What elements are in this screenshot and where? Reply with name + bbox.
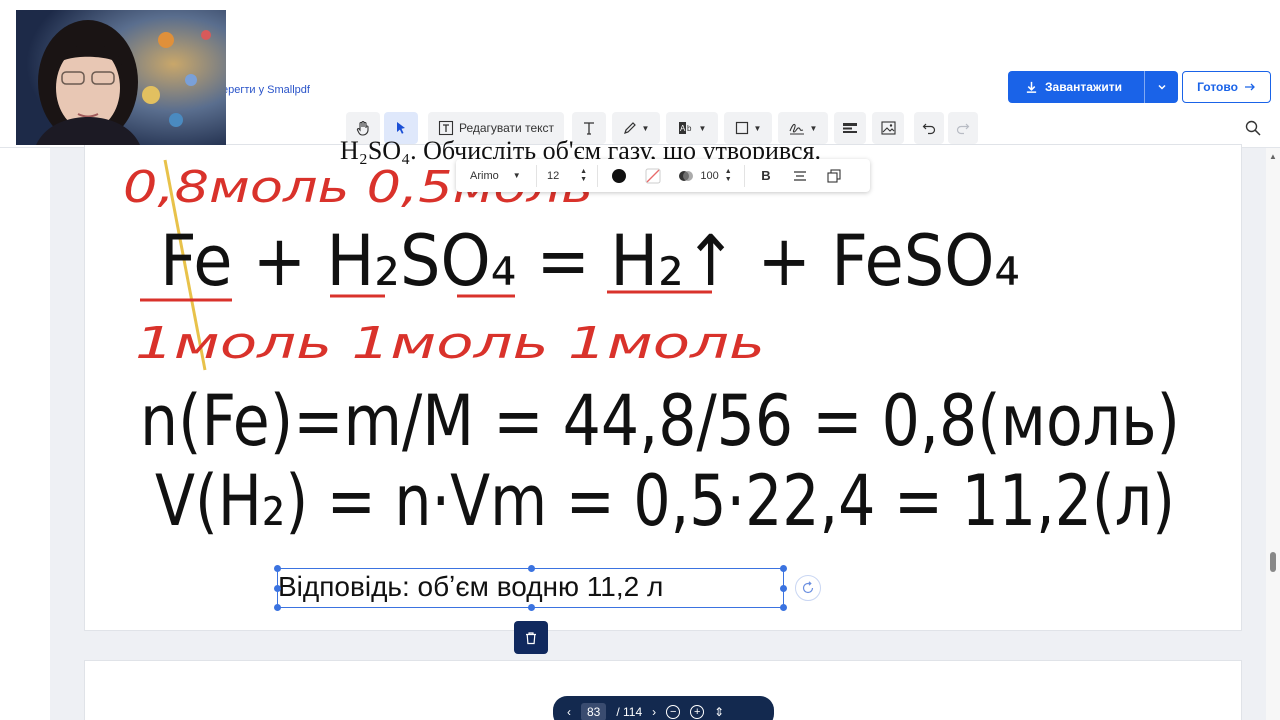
answer-text-box[interactable]: Відповідь: обʼєм водню 11,2 л — [274, 565, 787, 611]
stepper-arrows-icon[interactable]: ▲ ▼ — [580, 168, 587, 184]
rotate-icon — [802, 581, 814, 594]
search-button[interactable] — [1236, 112, 1270, 144]
divider — [536, 164, 537, 187]
handwritten-moles: 1моль 1моль 1моль — [135, 318, 765, 369]
resize-handle[interactable] — [274, 585, 281, 592]
handwritten-equation: Fe + H₂SO₄ = H₂↑ + FeSO₄ — [160, 220, 1020, 302]
arrow-right-icon — [1244, 83, 1255, 91]
scroll-thumb[interactable] — [1270, 552, 1276, 572]
caret-down-icon: ▼ — [809, 123, 818, 133]
resize-handle[interactable] — [780, 565, 787, 572]
square-icon — [735, 121, 748, 135]
svg-text:b: b — [687, 124, 692, 133]
caret-down-icon: ▼ — [512, 171, 521, 180]
text-box-icon — [438, 120, 454, 136]
chevron-down-icon — [1157, 84, 1166, 90]
previous-page-icon[interactable]: ‹ — [567, 705, 571, 719]
text-format-bar: Arimo ▼ 12 ▲ ▼ 100 ▲ ▼ B — [456, 159, 870, 192]
redo-icon — [956, 123, 970, 135]
handwritten-line-2: V(H₂) = n·Vm = 0,5·22,4 = 11,2(л) — [155, 460, 1175, 542]
download-icon — [1026, 81, 1037, 93]
divider — [597, 164, 598, 187]
background-color-button[interactable] — [636, 168, 670, 184]
zoom-in-icon[interactable]: + — [690, 705, 705, 719]
copy-icon — [827, 168, 841, 183]
total-pages: / 114 — [616, 705, 643, 719]
svg-text:A: A — [680, 124, 686, 133]
no-fill-icon — [645, 168, 661, 183]
color-dot-icon — [612, 168, 626, 183]
font-name: Arimo — [470, 169, 499, 182]
opacity-icon — [679, 170, 694, 181]
download-options-button[interactable] — [1144, 71, 1178, 103]
bold-label: B — [761, 168, 771, 183]
resize-handle[interactable] — [274, 604, 281, 611]
stepper-arrows-icon[interactable]: ▲ ▼ — [725, 168, 732, 184]
webcam-overlay — [16, 10, 226, 145]
caret-down-icon: ▼ — [641, 123, 650, 133]
scrollbar[interactable]: ▲ — [1266, 148, 1280, 720]
align-button[interactable] — [783, 170, 817, 182]
resize-handle[interactable] — [780, 585, 787, 592]
opacity-stepper[interactable]: 100 ▲ ▼ — [670, 168, 740, 184]
text-icon — [584, 122, 594, 135]
resize-handle[interactable] — [780, 604, 787, 611]
signature-icon — [789, 123, 804, 135]
caret-down-icon: ▼ — [753, 123, 762, 133]
resize-handle[interactable] — [528, 604, 535, 611]
edit-text-label: Редагувати текст — [458, 121, 555, 135]
left-panel — [0, 148, 50, 720]
bold-button[interactable]: B — [749, 168, 783, 183]
font-size-stepper[interactable]: 12 ▲ ▼ — [541, 168, 593, 184]
handwritten-line-1: n(Fe)=m/M = 44,8/56 = 0,8(моль) — [140, 380, 1180, 462]
caret-down-icon: ▼ — [698, 123, 707, 133]
page-navigator: ‹ 83 / 114 › − + ⇕ — [553, 696, 774, 720]
image-icon — [880, 121, 896, 135]
undo-icon — [922, 123, 936, 135]
fit-height-icon[interactable]: ⇕ — [714, 705, 724, 719]
opacity-value: 100 — [700, 169, 719, 182]
duplicate-button[interactable] — [817, 168, 851, 183]
align-icon — [794, 170, 806, 181]
webcam-person-image — [16, 10, 226, 145]
done-button[interactable]: Готово — [1182, 71, 1271, 103]
handwritten-solution: 0,8моль 0,5моль Fe + H₂SO₄ = H₂↑ + FeSO₄… — [123, 159, 1180, 542]
resize-handle[interactable] — [528, 565, 535, 572]
done-label: Готово — [1197, 80, 1238, 94]
pencil-icon — [623, 122, 636, 134]
font-select[interactable]: Arimo ▼ — [456, 170, 532, 182]
download-label: Завантажити — [1045, 80, 1123, 94]
hand-icon — [356, 120, 369, 136]
text-replace-icon: Ab — [678, 122, 692, 134]
divider — [744, 164, 745, 187]
trash-icon — [526, 631, 536, 644]
font-size-value: 12 — [547, 169, 560, 182]
answer-text[interactable]: Відповідь: обʼєм водню 11,2 л — [278, 571, 663, 603]
scroll-up-icon[interactable]: ▲ — [1269, 152, 1277, 161]
search-icon — [1245, 120, 1261, 136]
text-color-button[interactable] — [602, 168, 636, 183]
download-button[interactable]: Завантажити — [1008, 71, 1178, 103]
delete-button[interactable] — [514, 621, 548, 654]
cursor-icon — [397, 122, 405, 134]
rotate-button[interactable] — [795, 575, 821, 601]
zoom-out-icon[interactable]: − — [666, 705, 681, 719]
save-to-smallpdf-link[interactable]: ерегти у Smallpdf — [222, 84, 310, 96]
resize-handle[interactable] — [274, 565, 281, 572]
current-page-input[interactable]: 83 — [581, 703, 607, 720]
next-page-icon[interactable]: › — [652, 705, 656, 719]
form-icon — [843, 123, 857, 133]
